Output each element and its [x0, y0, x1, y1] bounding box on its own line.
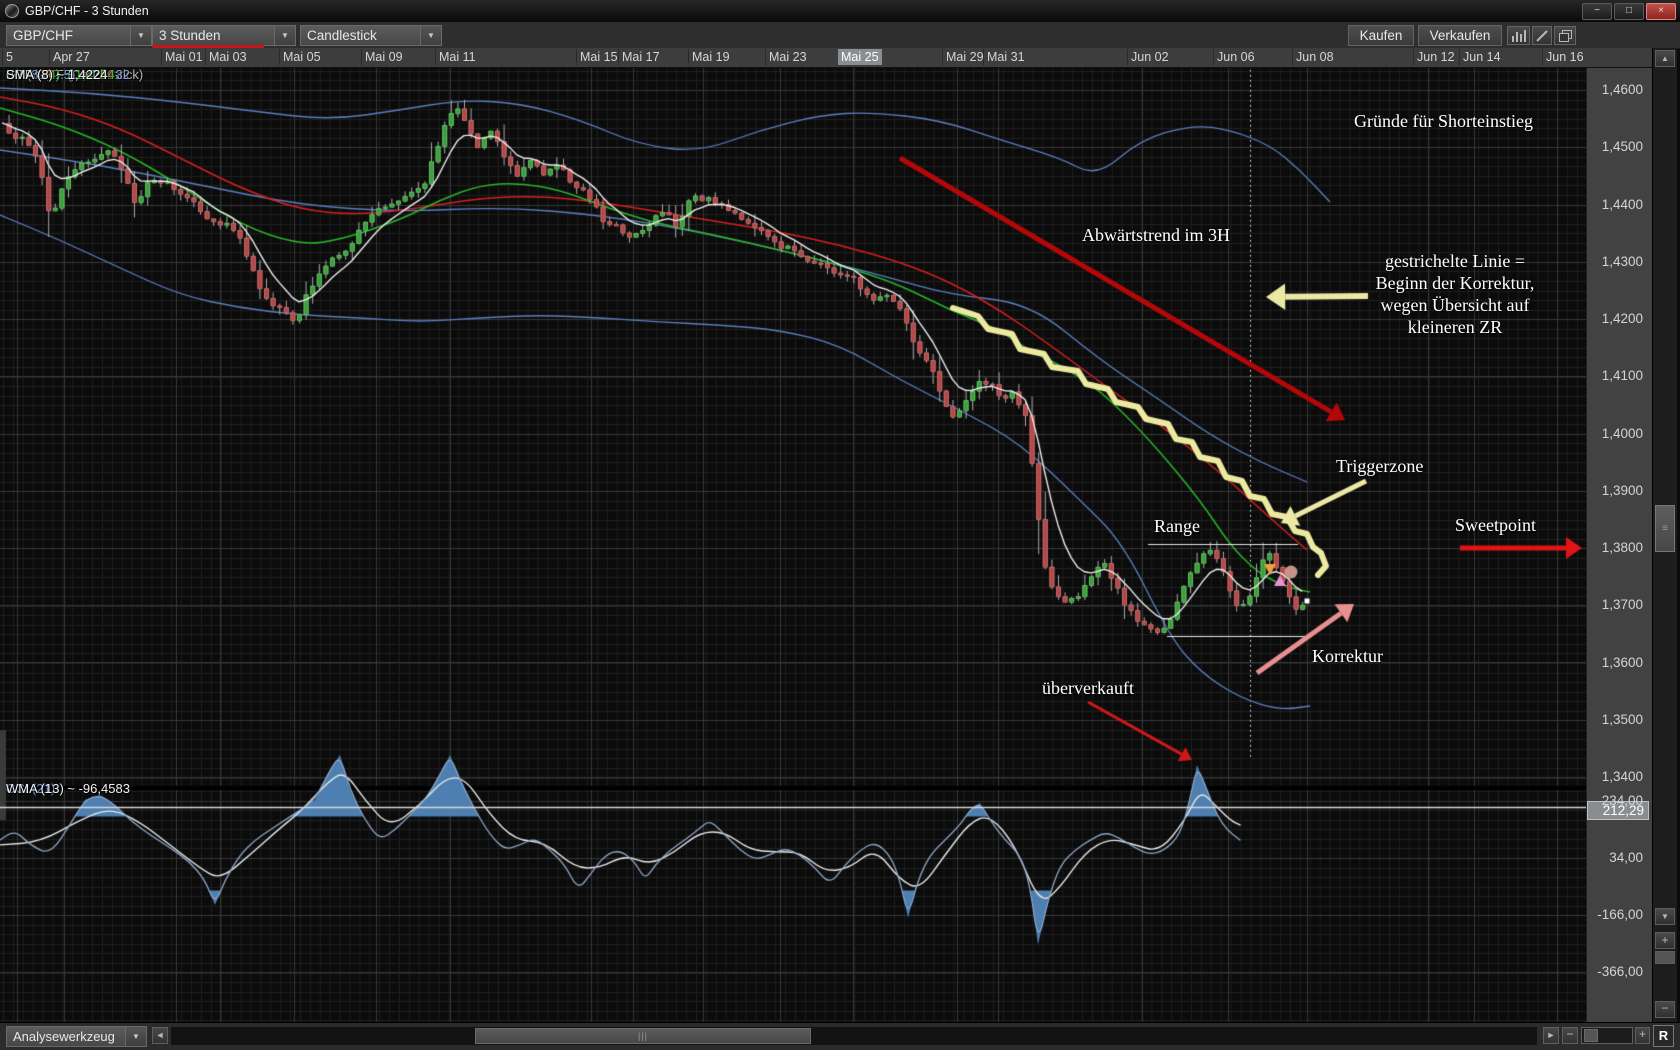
symbol-select[interactable]: GBP/CHF ▼: [6, 25, 152, 46]
time-tick: Apr 27: [49, 49, 93, 65]
price-axis[interactable]: 212,29 1,46001,45001,44001,43001,42001,4…: [1586, 68, 1653, 1022]
timeframe-select[interactable]: 3 Stunden ▼: [152, 25, 296, 46]
title-bar: GBP/CHF - 3 Stunden − □ ×: [0, 0, 1680, 22]
time-tick: Mai 17: [618, 49, 663, 65]
cci-axis-label: -166,00: [1591, 907, 1643, 922]
charttype-select[interactable]: Candlestick ▼: [300, 25, 442, 46]
price-axis-label: 1,4300: [1591, 254, 1643, 269]
hzoom-slider[interactable]: [1581, 1027, 1633, 1044]
legend-entry: WMA (13) ~ -96,4583: [6, 782, 130, 796]
time-tick: Mai 09: [361, 49, 406, 65]
time-tick: Mai 23: [765, 49, 810, 65]
horizontal-scrollbar[interactable]: |||: [170, 1026, 1538, 1046]
chevron-down-icon[interactable]: ▼: [420, 25, 442, 46]
price-axis-label: 1,3900: [1591, 483, 1643, 498]
time-tick: Jun 06: [1213, 49, 1258, 65]
buy-button[interactable]: Kaufen: [1348, 25, 1414, 46]
charttype-select-value: Candlestick: [300, 25, 420, 46]
minimize-button[interactable]: −: [1582, 3, 1612, 20]
new-window-icon[interactable]: [1554, 26, 1576, 45]
maximize-button[interactable]: □: [1614, 3, 1644, 20]
time-tick: Mai 05: [279, 49, 324, 65]
horizontal-scrollbar-thumb[interactable]: |||: [475, 1028, 811, 1044]
time-axis[interactable]: 5 Apr 27 Mai 01Mai 03 Mai 05 Mai 09 Mai 11 Mai…: [0, 48, 1652, 68]
time-tick: Jun 08: [1292, 49, 1337, 65]
vertical-scrollbar-thumb[interactable]: ≡: [1655, 505, 1675, 552]
hzoom-out-button[interactable]: −: [1562, 1027, 1578, 1044]
price-axis-label: 1,4600: [1591, 82, 1643, 97]
time-tick: Mai 25: [838, 49, 882, 65]
time-tick: Jun 02: [1127, 49, 1172, 65]
annotation-downtrend-note: Abwärtstrend im 3H: [1082, 225, 1230, 246]
timeframe-select-value: 3 Stunden: [152, 25, 274, 46]
histogram-icon[interactable]: [1507, 26, 1530, 45]
price-axis-label: 1,3700: [1591, 597, 1643, 612]
cci-axis-label: 234,00: [1591, 793, 1643, 808]
price-axis-label: 1,4000: [1591, 426, 1643, 441]
scroll-down-button[interactable]: ▼: [1655, 908, 1675, 925]
scroll-left-button[interactable]: ◄: [152, 1027, 168, 1044]
app-icon: [5, 4, 19, 18]
trendline-draw-icon[interactable]: [1532, 26, 1552, 45]
zoom-out-button[interactable]: −: [1655, 1001, 1675, 1018]
annotation-korrektur-note: Korrektur: [1312, 646, 1383, 667]
window-title: GBP/CHF - 3 Stunden: [25, 4, 149, 18]
analysis-tool-value: Analysewerkzeug: [6, 1026, 125, 1047]
trading-app-window: GBP/CHF - 3 Stunden − □ × GBP/CHF ▼ 3 St…: [0, 0, 1680, 1050]
annotation-oversold-note: überverkauft: [1042, 678, 1134, 699]
zoom-in-button[interactable]: +: [1655, 932, 1675, 949]
hzoom-in-button[interactable]: +: [1635, 1027, 1650, 1044]
hzoom-slider-thumb[interactable]: [1584, 1029, 1598, 1042]
legend-entry: SMA (8) ~ 1,4224: [6, 68, 108, 82]
price-axis-label: 1,4500: [1591, 139, 1643, 154]
price-axis-label: 1,4100: [1591, 368, 1643, 383]
time-tick: Jun 12: [1413, 49, 1458, 65]
vertical-scrollbar: ▲ ≡ ▼ + −: [1652, 48, 1677, 1022]
time-tick: Jun 16: [1542, 49, 1587, 65]
annotation-triggerzone-note: Triggerzone: [1336, 456, 1423, 477]
time-tick: 5: [2, 49, 16, 65]
price-axis-label: 1,3600: [1591, 655, 1643, 670]
sell-button[interactable]: Verkaufen: [1418, 25, 1502, 46]
zoom-slider-thumb[interactable]: [1655, 951, 1675, 964]
price-axis-label: 1,3500: [1591, 712, 1643, 727]
time-tick: Mai 01: [161, 49, 206, 65]
time-tick: Mai 19: [688, 49, 733, 65]
annotation-sweetpoint-note: Sweetpoint: [1455, 515, 1536, 536]
time-tick: Mai 15: [576, 49, 621, 65]
analysis-tool-select[interactable]: Analysewerkzeug ▼: [6, 1026, 147, 1047]
price-axis-label: 1,4200: [1591, 311, 1643, 326]
scroll-up-button[interactable]: ▲: [1655, 50, 1675, 67]
scroll-right-button[interactable]: ►: [1543, 1027, 1559, 1044]
time-tick: Mai 29: [942, 49, 987, 65]
chevron-down-icon[interactable]: ▼: [125, 1026, 147, 1047]
time-tick: Mai 31: [983, 49, 1028, 65]
chart-plot-area[interactable]: [0, 68, 1586, 1022]
cci-axis-label: -366,00: [1591, 964, 1643, 979]
time-tick: Mai 03: [205, 49, 250, 65]
reset-button[interactable]: R: [1653, 1025, 1674, 1047]
close-button[interactable]: ×: [1646, 3, 1676, 20]
annotation-dashed-line-note: gestrichelte Linie = Beginn der Korrektu…: [1295, 250, 1615, 338]
chevron-down-icon[interactable]: ▼: [274, 25, 296, 46]
bottom-bar: Analysewerkzeug ▼ ◄ ||| ► − + R: [0, 1022, 1680, 1050]
price-axis-label: 1,3400: [1591, 769, 1643, 784]
time-tick: Jun 14: [1459, 49, 1504, 65]
symbol-select-value: GBP/CHF: [6, 25, 130, 46]
time-tick: Mai 11: [435, 49, 479, 65]
annotation-short-entry-note: Gründe für Shorteinstieg: [1354, 111, 1533, 132]
cci-axis-label: 34,00: [1591, 850, 1643, 865]
price-axis-label: 1,3800: [1591, 540, 1643, 555]
price-axis-label: 1,4400: [1591, 197, 1643, 212]
annotation-range-note: Range: [1154, 516, 1200, 537]
chevron-down-icon[interactable]: ▼: [130, 25, 152, 46]
